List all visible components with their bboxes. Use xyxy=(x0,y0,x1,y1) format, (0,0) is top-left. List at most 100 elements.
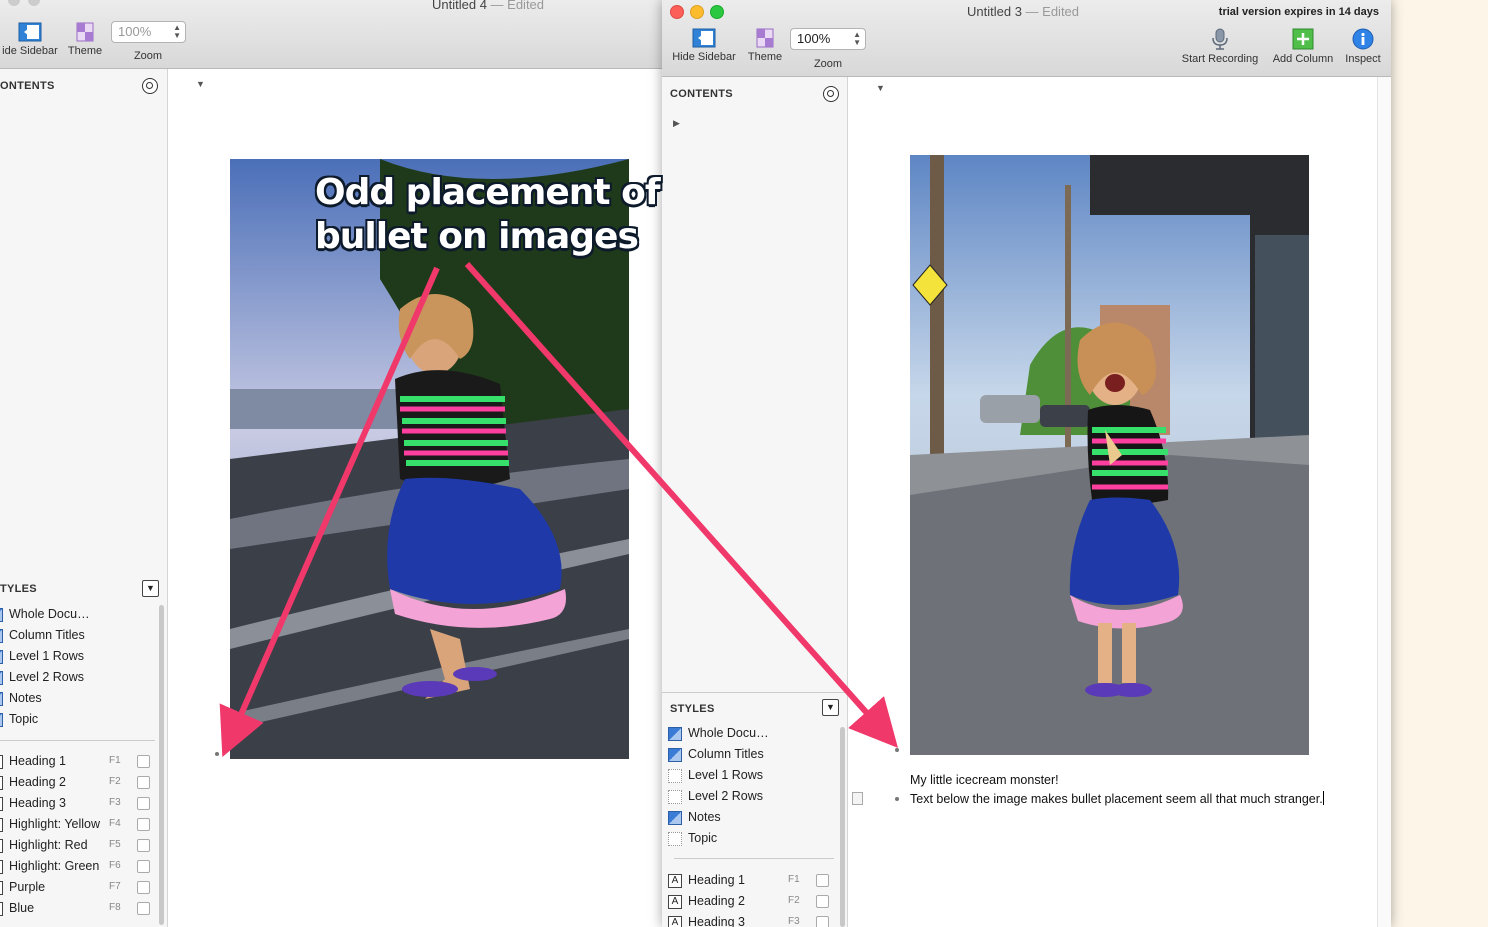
style-item[interactable]: Highlight: Yellow xyxy=(9,817,100,831)
back-sidebar: ONTENTS TYLES ▼ Whole Docu… Column Titles… xyxy=(0,69,168,927)
close-button[interactable] xyxy=(670,5,684,19)
style-item[interactable]: Topic xyxy=(9,712,38,726)
style-item[interactable]: Heading 1 xyxy=(688,873,745,887)
style-checkbox[interactable] xyxy=(137,776,150,789)
zoom-stepper[interactable]: 100% ▲ ▼ xyxy=(790,28,866,50)
style-item[interactable]: Heading 2 xyxy=(688,894,745,908)
style-item[interactable]: Highlight: Red xyxy=(9,838,88,852)
style-swatch-icon: A xyxy=(0,881,3,895)
theme-button[interactable]: Theme xyxy=(744,28,786,63)
hide-sidebar-label: Hide Sidebar xyxy=(672,51,736,63)
style-item[interactable]: Highlight: Green xyxy=(9,859,99,873)
back-styles-menu-button[interactable]: ▼ xyxy=(142,580,159,597)
style-item[interactable]: Notes xyxy=(9,691,42,705)
inspect-button[interactable]: Inspect xyxy=(1340,28,1386,65)
style-swatch-icon: A xyxy=(0,860,3,874)
styles-menu-button[interactable]: ▼ xyxy=(822,699,839,716)
stepper-arrows-icon: ▲ ▼ xyxy=(853,30,861,47)
annotation-line-1: Odd placement of xyxy=(315,172,661,213)
text-row[interactable]: Text below the image makes bullet placem… xyxy=(910,791,1324,806)
style-item[interactable]: Topic xyxy=(688,831,717,845)
style-checkbox[interactable] xyxy=(137,818,150,831)
style-shortcut-key: F2 xyxy=(109,776,121,787)
style-swatch-icon: A xyxy=(668,874,682,888)
sidebar-scrollbar[interactable] xyxy=(840,727,845,927)
minimize-button[interactable] xyxy=(690,5,704,19)
annotation-line-2: bullet on images xyxy=(315,216,639,257)
style-swatch-icon: A xyxy=(0,902,3,916)
text-row-content: Text below the image makes bullet placem… xyxy=(910,792,1323,806)
sidebar-toggle-icon xyxy=(692,28,716,48)
back-close-button[interactable] xyxy=(8,0,20,6)
back-window: Untitled 4 — Edited ide Sidebar Theme 10… xyxy=(0,0,662,927)
style-item[interactable]: Purple xyxy=(9,880,45,894)
zoom-label: Zoom xyxy=(808,58,848,70)
style-checkbox[interactable] xyxy=(137,860,150,873)
disclosure-triangle-icon[interactable]: ▼ xyxy=(876,83,885,93)
front-window-title: Untitled 3 — Edited xyxy=(967,4,1080,19)
inspect-label: Inspect xyxy=(1345,53,1381,65)
contents-disclosure-triangle-icon[interactable]: ▶ xyxy=(673,118,680,129)
back-theme-button[interactable]: Theme xyxy=(64,22,106,57)
style-checkbox[interactable] xyxy=(816,895,829,908)
start-recording-label: Start Recording xyxy=(1181,53,1259,65)
add-column-icon xyxy=(1292,28,1314,50)
back-disclosure-triangle-icon[interactable]: ▼ xyxy=(196,79,205,89)
style-checkbox[interactable] xyxy=(137,839,150,852)
style-item[interactable]: Heading 1 xyxy=(9,754,66,768)
back-contents-header: ONTENTS xyxy=(0,80,55,92)
editor-scrollbar-track[interactable] xyxy=(1377,77,1391,927)
style-item[interactable]: Heading 3 xyxy=(9,796,66,810)
style-item[interactable]: Level 2 Rows xyxy=(688,789,763,803)
style-item[interactable]: Notes xyxy=(688,810,721,824)
zoom-label-text: Zoom xyxy=(813,58,843,70)
text-row-bullet xyxy=(895,797,899,801)
back-zoom-stepper[interactable]: 100% ▲ ▼ xyxy=(111,21,186,43)
start-recording-button[interactable]: Start Recording xyxy=(1176,28,1264,65)
zoom-value: 100% xyxy=(797,31,831,46)
style-swatch-icon xyxy=(0,671,3,685)
style-item[interactable]: Blue xyxy=(9,901,34,915)
back-toolbar: Untitled 4 — Edited ide Sidebar Theme 10… xyxy=(0,0,662,69)
style-item[interactable]: Level 1 Rows xyxy=(9,649,84,663)
back-image-bullet xyxy=(215,752,219,756)
document-image xyxy=(910,155,1309,755)
note-icon[interactable] xyxy=(852,792,863,805)
style-checkbox[interactable] xyxy=(137,881,150,894)
style-checkbox[interactable] xyxy=(137,797,150,810)
style-item[interactable]: Heading 3 xyxy=(688,915,745,927)
style-item[interactable]: Whole Docu… xyxy=(9,607,90,621)
stepper-arrows-icon: ▲ ▼ xyxy=(173,23,181,40)
search-icon[interactable] xyxy=(142,78,158,94)
style-item[interactable]: Column Titles xyxy=(688,747,764,761)
style-item[interactable]: Whole Docu… xyxy=(688,726,769,740)
back-sidebar-scrollbar[interactable] xyxy=(159,605,164,925)
back-minimize-button[interactable] xyxy=(28,0,40,6)
info-icon xyxy=(1352,28,1374,50)
style-swatch-icon: A xyxy=(668,916,682,927)
back-hide-sidebar-button[interactable]: ide Sidebar xyxy=(0,22,60,57)
style-shortcut-key: F1 xyxy=(109,755,121,766)
contents-header: CONTENTS xyxy=(670,88,733,100)
style-checkbox[interactable] xyxy=(816,874,829,887)
image-caption[interactable]: My little icecream monster! xyxy=(910,773,1059,787)
style-item[interactable]: Heading 2 xyxy=(9,775,66,789)
style-shortcut-key: F4 xyxy=(109,818,121,829)
add-column-label: Add Column xyxy=(1272,53,1334,65)
style-checkbox[interactable] xyxy=(816,916,829,927)
style-checkbox[interactable] xyxy=(137,902,150,915)
style-item[interactable]: Column Titles xyxy=(9,628,85,642)
back-hide-sidebar-label: ide Sidebar xyxy=(2,45,58,57)
add-column-button[interactable]: Add Column xyxy=(1268,28,1338,65)
search-icon[interactable] xyxy=(823,86,839,102)
back-zoom-value: 100% xyxy=(118,24,152,39)
style-item[interactable]: Level 1 Rows xyxy=(688,768,763,782)
zoom-window-button[interactable] xyxy=(710,5,724,19)
style-checkbox[interactable] xyxy=(137,755,150,768)
hide-sidebar-button[interactable]: Hide Sidebar xyxy=(668,28,740,63)
style-item[interactable]: Level 2 Rows xyxy=(9,670,84,684)
style-shortcut-key: F8 xyxy=(109,902,121,913)
editor: ▼ My little icecream monster! Text below… xyxy=(848,77,1377,927)
theme-label: Theme xyxy=(747,51,783,63)
style-swatch-icon: A xyxy=(0,839,3,853)
